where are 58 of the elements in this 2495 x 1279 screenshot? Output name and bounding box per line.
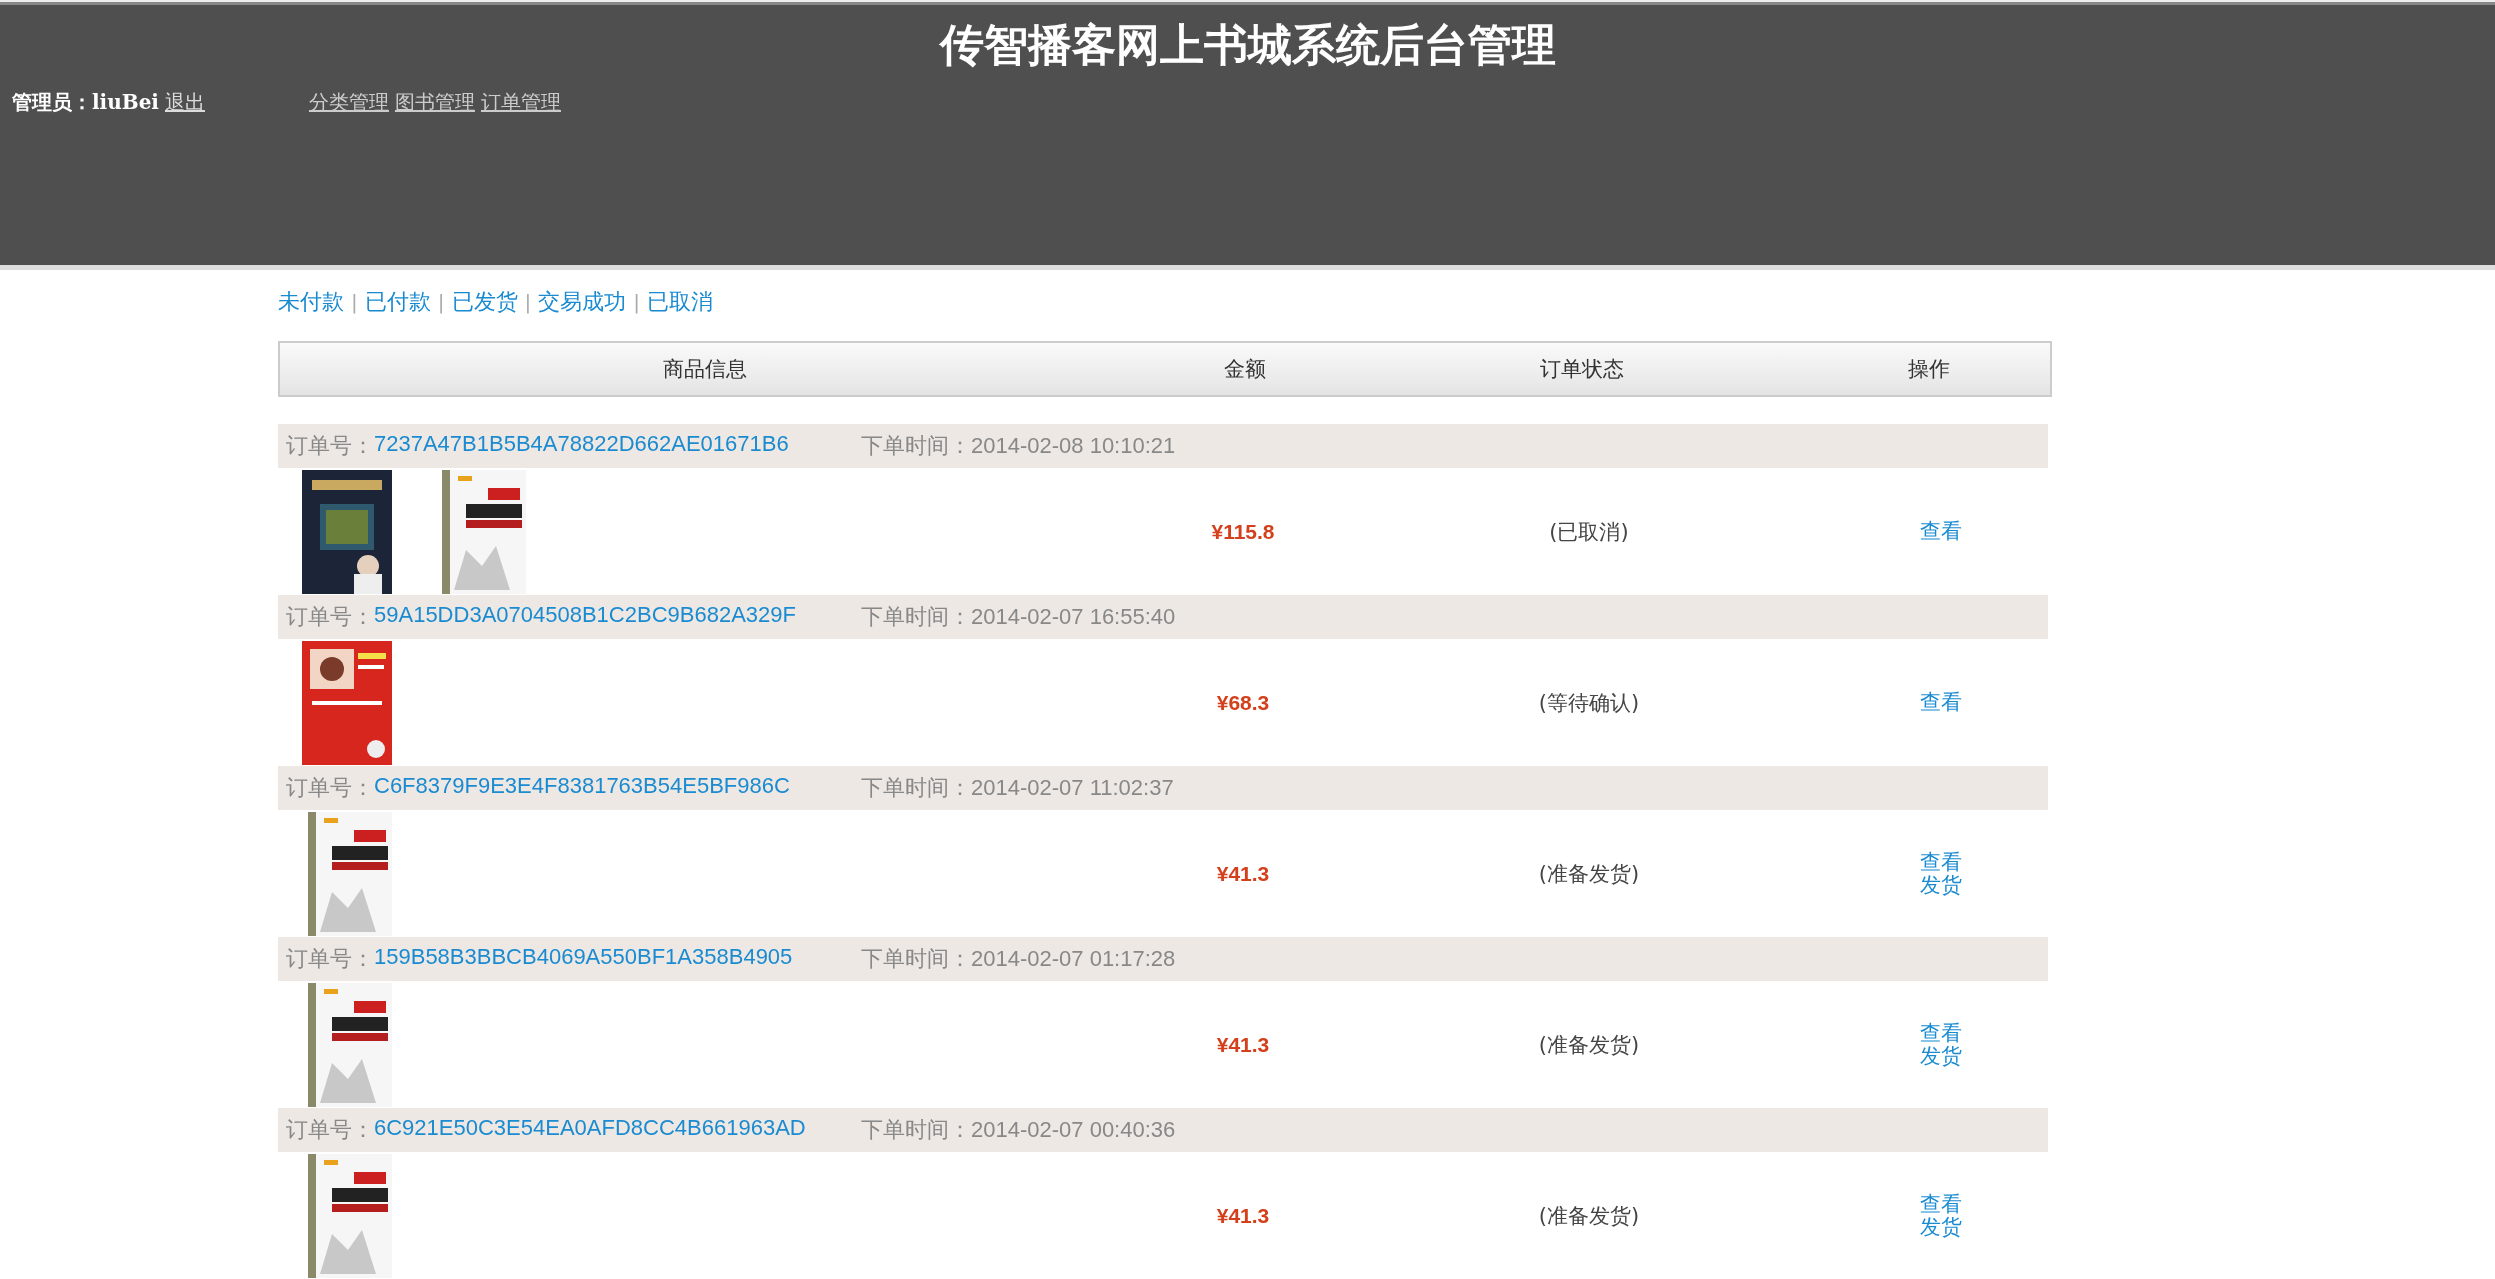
order-status: (准备发货) bbox=[1538, 860, 1640, 888]
status-filter-link[interactable]: 交易成功 bbox=[538, 287, 627, 317]
order-time: 2014-02-07 00:40:36 bbox=[971, 1117, 1176, 1143]
order-status: (已取消) bbox=[1549, 518, 1629, 546]
status-filter-link[interactable]: 未付款 bbox=[278, 287, 344, 317]
order-amount: ¥68.3 bbox=[1216, 690, 1270, 715]
column-header: 金额 bbox=[1224, 356, 1266, 383]
action-link[interactable]: 查看 bbox=[1920, 1022, 1962, 1045]
order-status: (等待确认) bbox=[1538, 689, 1640, 717]
action-link[interactable]: 发货 bbox=[1920, 873, 1962, 896]
page-title: 传智播客网上书城系统后台管理 bbox=[939, 18, 1556, 72]
nav-link[interactable]: 图书管理 bbox=[394, 89, 475, 116]
column-header: 商品信息 bbox=[663, 356, 747, 383]
order-amount: ¥41.3 bbox=[1216, 1203, 1270, 1228]
column-header: 操作 bbox=[1908, 356, 1950, 383]
order-time-label: 下单时间： bbox=[861, 432, 971, 460]
order-number-label: 订单号： bbox=[286, 1116, 374, 1144]
nav-link[interactable]: 订单管理 bbox=[480, 89, 561, 116]
separator: | bbox=[351, 290, 358, 314]
admin-label: 管理员： bbox=[12, 89, 92, 116]
order-time-label: 下单时间： bbox=[861, 603, 971, 631]
order-time: 2014-02-07 01:17:28 bbox=[971, 946, 1176, 972]
action-link[interactable]: 查看 bbox=[1920, 520, 1962, 543]
admin-name: liuBei bbox=[92, 90, 159, 114]
order-amount: ¥41.3 bbox=[1216, 1032, 1270, 1057]
separator: | bbox=[633, 290, 640, 314]
order-time-label: 下单时间： bbox=[861, 945, 971, 973]
nav-link[interactable]: 分类管理 bbox=[308, 89, 389, 116]
order-amount: ¥115.8 bbox=[1211, 519, 1275, 544]
order-number-link[interactable]: 59A15DD3A0704508B1C2BC9B682A329F bbox=[374, 602, 796, 632]
action-link[interactable]: 发货 bbox=[1920, 1215, 1962, 1238]
order-time-label: 下单时间： bbox=[861, 774, 971, 802]
order-time: 2014-02-07 16:55:40 bbox=[971, 604, 1176, 630]
separator: | bbox=[437, 290, 445, 314]
logout-link[interactable]: 退出 bbox=[164, 89, 205, 116]
separator: | bbox=[524, 290, 532, 314]
order-status: (准备发货) bbox=[1538, 1031, 1640, 1059]
order-time-label: 下单时间： bbox=[861, 1116, 971, 1144]
order-status: (准备发货) bbox=[1538, 1202, 1640, 1230]
action-link[interactable]: 查看 bbox=[1920, 1193, 1962, 1216]
action-link[interactable]: 查看 bbox=[1920, 691, 1962, 714]
status-filter-link[interactable]: 已发货 bbox=[451, 287, 518, 317]
order-number-link[interactable]: C6F8379F9E3E4F8381763B54E5BF986C bbox=[374, 773, 790, 803]
action-link[interactable]: 发货 bbox=[1920, 1044, 1962, 1067]
column-header: 订单状态 bbox=[1540, 356, 1624, 383]
order-number-label: 订单号： bbox=[286, 432, 374, 460]
status-filter-link[interactable]: 已取消 bbox=[647, 287, 713, 317]
order-number-label: 订单号： bbox=[286, 945, 374, 973]
order-time: 2014-02-07 11:02:37 bbox=[971, 775, 1174, 801]
status-filter-link[interactable]: 已付款 bbox=[364, 287, 431, 317]
order-number-link[interactable]: 159B58B3BBCB4069A550BF1A358B4905 bbox=[374, 944, 793, 974]
order-number-link[interactable]: 6C921E50C3E54EA0AFD8CC4B661963AD bbox=[374, 1115, 806, 1145]
order-number-link[interactable]: 7237A47B1B5B4A78822D662AE01671B6 bbox=[374, 431, 789, 461]
order-number-label: 订单号： bbox=[286, 603, 374, 631]
order-time: 2014-02-08 10:10:21 bbox=[971, 433, 1176, 459]
order-amount: ¥41.3 bbox=[1216, 861, 1270, 886]
action-link[interactable]: 查看 bbox=[1920, 851, 1962, 874]
order-number-label: 订单号： bbox=[286, 774, 374, 802]
